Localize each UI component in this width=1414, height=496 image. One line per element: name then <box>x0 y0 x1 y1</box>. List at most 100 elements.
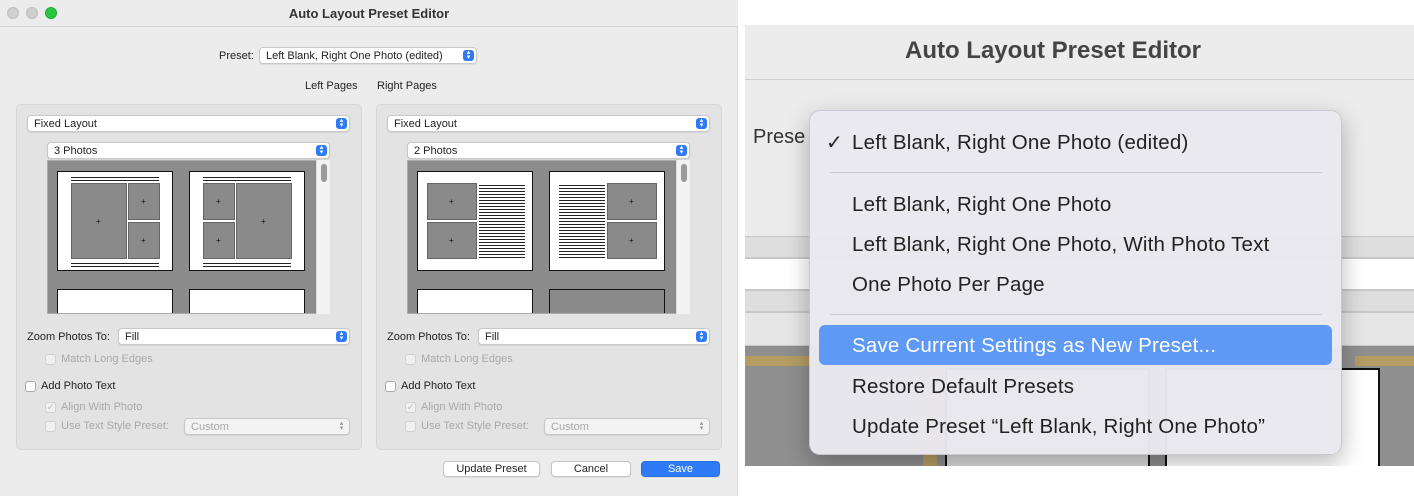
layout-thumbnail[interactable]: + + + <box>189 171 305 271</box>
right-pages-header: Right Pages <box>377 80 437 92</box>
scroll-thumb[interactable] <box>681 164 687 182</box>
popup-chevrons-icon: ▴ ▾ <box>316 144 327 156</box>
preset-popup[interactable]: Left Blank, Right One Photo (edited) ▴ ▾ <box>259 47 477 64</box>
right-use-text-style-checkbox[interactable] <box>405 421 416 432</box>
left-zoom-value: Fill <box>125 331 140 343</box>
photo-cell: + <box>607 183 657 220</box>
right-align-with-photo-checkbox[interactable]: ✓ <box>405 402 416 413</box>
popup-chevrons-icon: ▴ ▾ <box>696 330 707 342</box>
left-align-with-photo-checkbox[interactable]: ✓ <box>45 402 56 413</box>
save-button[interactable]: Save <box>641 461 720 477</box>
right-photos-value: 2 Photos <box>414 145 458 157</box>
left-zoom-popup[interactable]: Fill ▴ ▾ <box>118 328 350 345</box>
right-zoom-popup[interactable]: Fill ▴ ▾ <box>478 328 710 345</box>
left-preview-scrollbar[interactable] <box>316 160 330 314</box>
left-match-long-edges-label: Match Long Edges <box>61 353 153 365</box>
left-photos-value: 3 Photos <box>54 145 98 157</box>
right-text-style-popup[interactable]: Custom ▴ ▾ <box>544 418 710 435</box>
preset-label: Preset: <box>219 50 254 62</box>
right-use-text-style-label: Use Text Style Preset: <box>421 420 530 432</box>
right-layout-popup[interactable]: Fixed Layout ▴ ▾ <box>387 115 710 132</box>
photo-cell: + <box>427 222 477 259</box>
text-lines <box>479 183 525 259</box>
left-pages-header: Left Pages <box>305 80 358 92</box>
zoomed-preview-edge <box>745 356 815 366</box>
photo-cell: + <box>71 183 127 259</box>
left-add-photo-text-label: Add Photo Text <box>41 380 116 392</box>
layout-thumbnail[interactable]: + + <box>417 171 533 271</box>
checkmark-icon: ✓ <box>826 132 843 154</box>
text-lines <box>203 261 291 267</box>
right-align-with-photo-label: Align With Photo <box>421 401 503 413</box>
popup-chevrons-icon: ▴ ▾ <box>463 49 474 61</box>
screenshot-root: Auto Layout Preset Editor Preset: Left B… <box>0 0 1414 496</box>
zoomed-preview-edge <box>1355 356 1414 366</box>
menu-item-preset[interactable]: One Photo Per Page <box>819 264 1332 304</box>
left-use-text-style-checkbox[interactable] <box>45 421 56 432</box>
preset-value: Left Blank, Right One Photo (edited) <box>266 50 443 62</box>
left-layout-value: Fixed Layout <box>34 118 97 130</box>
left-layout-popup[interactable]: Fixed Layout ▴ ▾ <box>27 115 350 132</box>
menu-separator <box>830 314 1322 315</box>
right-layout-value: Fixed Layout <box>394 118 457 130</box>
popup-chevrons-icon: ▴ ▾ <box>336 330 347 342</box>
text-lines <box>559 183 605 259</box>
right-preview-scrollbar[interactable] <box>676 160 690 314</box>
left-photos-popup[interactable]: 3 Photos ▴ ▾ <box>47 142 330 159</box>
preset-editor-window: Auto Layout Preset Editor Preset: Left B… <box>0 0 738 496</box>
update-preset-button[interactable]: Update Preset <box>443 461 540 477</box>
right-add-photo-text-checkbox[interactable] <box>385 381 396 392</box>
layout-thumbnail[interactable] <box>549 289 665 313</box>
zoomed-title-bar: Auto Layout Preset Editor <box>745 25 1414 80</box>
right-match-long-edges-checkbox[interactable] <box>405 354 416 365</box>
popup-chevrons-icon: ▴ ▾ <box>699 420 704 432</box>
menu-item-current-preset[interactable]: ✓ Left Blank, Right One Photo (edited) <box>819 122 1332 162</box>
menu-item-update-preset[interactable]: Update Preset “Left Blank, Right One Pho… <box>819 406 1332 446</box>
menu-separator <box>830 172 1322 173</box>
right-layout-preview[interactable]: + + + + <box>407 160 677 314</box>
photo-cell: + <box>128 183 160 220</box>
menu-item-restore-defaults[interactable]: Restore Default Presets <box>819 366 1332 406</box>
cancel-button[interactable]: Cancel <box>551 461 631 477</box>
popup-chevrons-icon: ▴ ▾ <box>696 117 707 129</box>
photo-cell: + <box>236 183 292 259</box>
menu-item-label: Left Blank, Right One Photo (edited) <box>852 131 1189 154</box>
right-photos-popup[interactable]: 2 Photos ▴ ▾ <box>407 142 690 159</box>
title-bar: Auto Layout Preset Editor <box>0 0 738 27</box>
right-zoom-value: Fill <box>485 331 500 343</box>
popup-chevrons-icon: ▴ ▾ <box>336 117 347 129</box>
window-title: Auto Layout Preset Editor <box>288 6 450 21</box>
left-add-photo-text-checkbox[interactable] <box>25 381 36 392</box>
menu-item-save-new-preset[interactable]: Save Current Settings as New Preset... <box>819 325 1332 365</box>
photo-cell: + <box>203 183 235 220</box>
photo-cell: + <box>203 222 235 259</box>
right-match-long-edges-label: Match Long Edges <box>421 353 513 365</box>
left-zoom-label: Zoom Photos To: <box>27 331 110 343</box>
text-lines <box>203 175 291 181</box>
left-use-text-style-label: Use Text Style Preset: <box>61 420 170 432</box>
menu-item-preset[interactable]: Left Blank, Right One Photo <box>819 184 1332 224</box>
zoomed-preset-label: Prese <box>753 126 806 148</box>
photo-cell: + <box>607 222 657 259</box>
menu-item-preset[interactable]: Left Blank, Right One Photo, With Photo … <box>819 224 1332 264</box>
right-add-photo-text-label: Add Photo Text <box>401 380 476 392</box>
layout-thumbnail[interactable] <box>189 289 305 313</box>
zoomed-window-title: Auto Layout Preset Editor <box>904 37 1202 64</box>
text-lines <box>71 261 159 267</box>
photo-cell: + <box>128 222 160 259</box>
popup-chevrons-icon: ▴ ▾ <box>676 144 687 156</box>
preset-dropdown-menu: ✓ Left Blank, Right One Photo (edited) L… <box>809 110 1342 455</box>
left-layout-preview[interactable]: + + + + + + <box>47 160 317 314</box>
left-text-style-popup[interactable]: Custom ▴ ▾ <box>184 418 350 435</box>
text-lines <box>71 175 159 181</box>
scroll-thumb[interactable] <box>321 164 327 182</box>
layout-thumbnail[interactable] <box>417 289 533 313</box>
left-text-style-value: Custom <box>191 421 229 433</box>
right-text-style-value: Custom <box>551 421 589 433</box>
left-align-with-photo-label: Align With Photo <box>61 401 143 413</box>
layout-thumbnail[interactable] <box>57 289 173 313</box>
layout-thumbnail[interactable]: + + <box>549 171 665 271</box>
left-match-long-edges-checkbox[interactable] <box>45 354 56 365</box>
right-zoom-label: Zoom Photos To: <box>387 331 470 343</box>
layout-thumbnail[interactable]: + + + <box>57 171 173 271</box>
